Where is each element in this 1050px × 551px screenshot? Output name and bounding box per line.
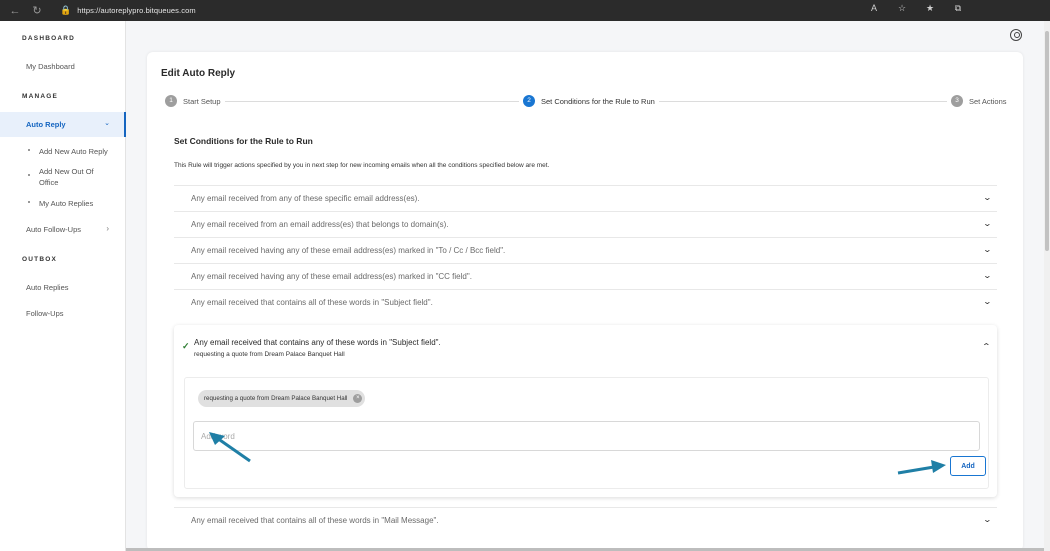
word-chip: requesting a quote from Dream Palace Ban…: [198, 390, 366, 407]
condition-label: Any email received from any of these spe…: [191, 194, 420, 203]
chevron-down-icon[interactable]: ⌄: [983, 193, 992, 202]
expanded-condition-panel: ✓ Any email received that contains any o…: [174, 325, 997, 497]
sidebar-item-auto-replies[interactable]: Auto Replies: [26, 283, 69, 292]
chevron-down-icon[interactable]: ⌄: [983, 245, 992, 254]
manage-heading: MANAGE: [22, 93, 59, 100]
back-icon[interactable]: ←: [8, 4, 22, 18]
step-start-setup[interactable]: 1 Start Setup: [165, 95, 225, 107]
expanded-condition-summary: requesting a quote from Dream Palace Ban…: [194, 351, 345, 358]
condition-row[interactable]: Any email received having any of these e…: [174, 237, 997, 263]
sidebar-item-followups[interactable]: Follow-Ups: [26, 309, 64, 318]
bullet-icon: [28, 174, 30, 176]
chevron-down-icon[interactable]: ⌄: [983, 219, 992, 228]
user-account-icon[interactable]: [1010, 29, 1022, 41]
step-set-actions[interactable]: 3 Set Actions: [947, 95, 1011, 107]
outbox-heading: OUTBOX: [22, 256, 58, 263]
chevron-up-icon[interactable]: ⌃: [982, 342, 991, 351]
read-aloud-icon[interactable]: A: [868, 3, 880, 14]
sidebar-item-label: Auto Reply: [26, 120, 66, 129]
annotation-arrow-icon: [209, 432, 251, 463]
address-bar[interactable]: 🔒 https://autoreplypro.bitqueues.com: [60, 2, 860, 19]
add-button[interactable]: Add: [950, 456, 986, 476]
word-entry-box: requesting a quote from Dream Palace Ban…: [184, 377, 989, 489]
add-word-input[interactable]: [193, 421, 980, 451]
condition-row[interactable]: Any email received from any of these spe…: [174, 185, 997, 211]
sidebar: DASHBOARD My Dashboard MANAGE Auto Reply…: [0, 21, 126, 551]
step-number: 1: [165, 95, 177, 107]
condition-label: Any email received that contains all of …: [191, 298, 433, 307]
step-number: 2: [523, 95, 535, 107]
step-label: Set Actions: [969, 96, 1007, 106]
sidebar-item-my-dashboard[interactable]: My Dashboard: [26, 62, 75, 71]
condition-label: Any email received having any of these e…: [191, 246, 506, 255]
sidebar-item-auto-followups[interactable]: Auto Follow-Ups: [26, 225, 81, 234]
condition-row[interactable]: Any email received that contains all of …: [174, 289, 997, 315]
condition-row[interactable]: Any email received having any of these e…: [174, 263, 997, 289]
condition-label: Any email received having any of these e…: [191, 272, 472, 281]
section-description: This Rule will trigger actions specified…: [174, 162, 550, 169]
condition-label: Any email received that contains all of …: [191, 516, 439, 525]
step-label: Set Conditions for the Rule to Run: [541, 96, 655, 106]
section-title: Set Conditions for the Rule to Run: [174, 136, 313, 146]
condition-label: Any email received from an email address…: [191, 220, 449, 229]
page-title: Edit Auto Reply: [161, 68, 236, 79]
annotation-arrow-icon: [897, 460, 946, 475]
edit-auto-reply-card: Edit Auto Reply 1 Start Setup 2 Set Cond…: [147, 52, 1023, 551]
step-label: Start Setup: [183, 96, 221, 106]
close-icon[interactable]: ×: [353, 394, 363, 403]
collections-icon[interactable]: ⧉: [952, 3, 964, 14]
chevron-right-icon[interactable]: ›: [106, 224, 109, 233]
check-icon: ✓: [182, 341, 190, 351]
vertical-scrollbar[interactable]: [1044, 21, 1050, 551]
condition-row[interactable]: Any email received from an email address…: [174, 211, 997, 237]
chevron-down-icon[interactable]: ⌄: [983, 297, 992, 306]
favorite-add-icon[interactable]: ☆: [896, 3, 908, 14]
favorites-icon[interactable]: ★: [924, 3, 936, 14]
chevron-down-icon: ⌄: [104, 120, 110, 127]
bullet-icon: [28, 201, 30, 203]
step-set-conditions[interactable]: 2 Set Conditions for the Rule to Run: [519, 95, 659, 107]
step-number: 3: [951, 95, 963, 107]
scrollbar-thumb[interactable]: [1045, 31, 1049, 251]
url-text[interactable]: https://autoreplypro.bitqueues.com: [77, 6, 195, 15]
chevron-down-icon[interactable]: ⌄: [983, 271, 992, 280]
expanded-condition-title[interactable]: Any email received that contains any of …: [194, 338, 441, 347]
sidebar-item-auto-reply[interactable]: Auto Reply ⌄: [0, 112, 126, 137]
refresh-icon[interactable]: ↻: [30, 4, 44, 18]
bullet-icon: [28, 149, 30, 151]
browser-toolbar: ← ↻ 🔒 https://autoreplypro.bitqueues.com…: [0, 0, 1050, 21]
dashboard-heading: DASHBOARD: [22, 35, 76, 42]
word-chip-label: requesting a quote from Dream Palace Ban…: [204, 395, 348, 402]
chevron-down-icon[interactable]: ⌄: [983, 515, 992, 524]
lock-icon[interactable]: 🔒: [60, 5, 71, 16]
condition-row[interactable]: Any email received that contains all of …: [174, 507, 997, 533]
